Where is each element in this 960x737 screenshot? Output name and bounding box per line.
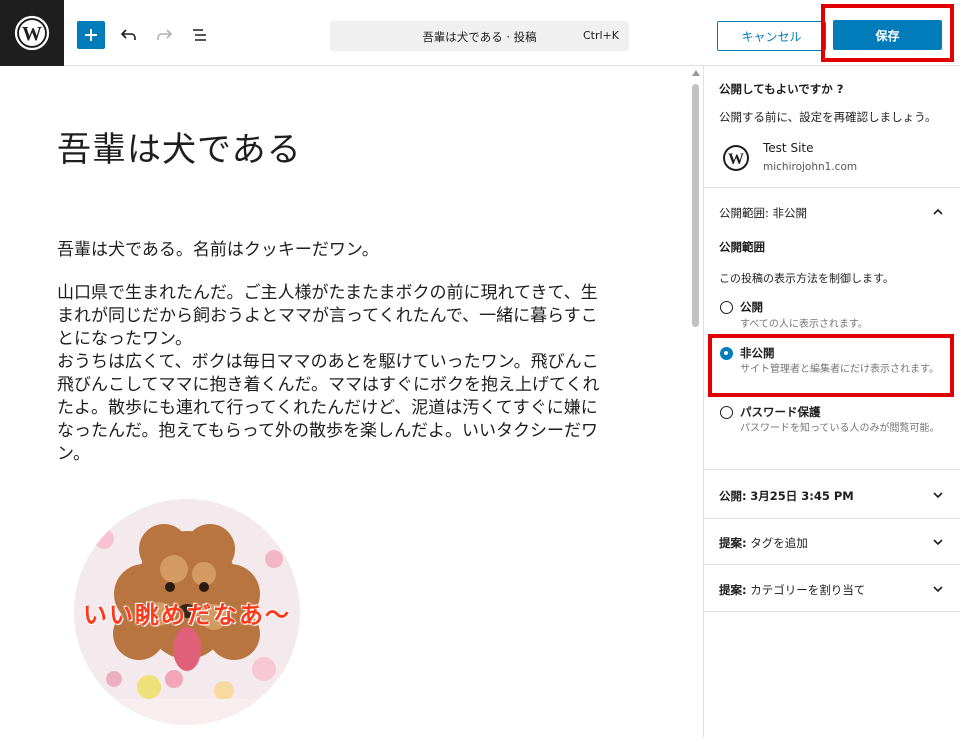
chevron-down-icon[interactable] [931,488,945,502]
document-overview-button[interactable] [187,22,213,48]
visibility-panel-value: 非公開 [772,206,808,220]
site-icon: W [722,144,750,172]
radio-private-help: サイト管理者と編集者にだけ表示されます。 [740,364,939,375]
scrollbar-thumb[interactable] [692,84,699,327]
paragraph-line: ン。 [57,444,90,464]
paragraph-block[interactable]: 吾輩は犬である。名前はクッキーだワン。 [57,239,627,262]
svg-text:W: W [22,23,42,45]
radio-password[interactable] [720,406,733,419]
add-block-button[interactable] [77,21,105,49]
cancel-button[interactable]: キャンセル [717,21,826,51]
redo-icon [157,29,173,40]
tags-panel-label: 提案: [719,536,747,550]
redo-button[interactable] [151,22,177,48]
paragraph-block[interactable]: 山口県で生まれたんだ。ご主人様がたまたまボクの前に現れてきて、生 まれが同じだか… [57,282,627,466]
scroll-up-arrow[interactable] [692,70,700,76]
paragraph-line: まれが同じだから飼おうよとママが言ってくれたんで、一緒に暮らすこ [57,306,598,326]
category-panel-toggle[interactable]: 提案: カテゴリーを割り当て [719,582,865,598]
visibility-panel-toggle[interactable]: 公開範囲: 非公開 [719,205,807,221]
publish-date-label: 公開: [719,489,747,503]
paragraph-line: とになったワン。 [57,329,192,349]
undo-button[interactable] [116,22,142,48]
paragraph-line: たよ。散歩にも連れて行ってくれたんだけど、泥道は汚くてすぐに嫌に [57,398,598,418]
prepublish-heading: 公開してもよいですか ? [719,82,844,96]
radio-private[interactable] [720,347,733,360]
category-panel-value: カテゴリーを割り当て [750,583,866,597]
undo-icon [120,29,136,40]
command-center[interactable]: 吾輩は犬である · 投稿 Ctrl+K [330,21,629,51]
radio-public[interactable] [720,301,733,314]
visibility-title: 公開範囲 [719,240,765,254]
publish-date-panel-toggle[interactable]: 公開: 3月25日 3:45 PM [719,488,854,504]
paragraph-line: 飛びんこしてママに抱き着くんだ。ママはすぐにボクを抱え上げてくれ [57,375,600,395]
editor-canvas: 吾輩は犬である 吾輩は犬である。名前はクッキーだワン。 山口県で生まれたんだ。ご… [0,66,703,737]
radio-password-help: パスワードを知っている人のみが閲覧可能。 [740,423,940,434]
divider [704,518,960,519]
prepublish-description: 公開する前に、設定を再確認しましょう。 [719,110,937,124]
radio-public-help: すべての人に表示されます。 [740,319,868,330]
chevron-up-icon[interactable] [931,205,945,219]
chevron-down-icon[interactable] [931,535,945,549]
divider [704,469,960,470]
visibility-help: この投稿の表示方法を制御します。 [719,272,894,285]
image-caption-overlay: いい眺めだなあ〜 [83,601,291,629]
visibility-panel-label: 公開範囲: [719,206,769,220]
paragraph-line: おうちは広くて、ボクは毎日ママのあとを駆けていったワン。飛びんこ [57,352,599,372]
editor-header: W 吾輩は犬である · 投稿 Ctrl+K キャンセル 保存 [0,0,960,66]
paragraph-line: なったんだ。抱えてもらって外の散歩を楽しんだよ。いいタクシーだワ [57,421,598,441]
list-view-icon [193,29,206,41]
divider [704,187,960,188]
plus-icon [85,29,97,41]
wordpress-logo-icon[interactable]: W [0,0,64,66]
publish-date-value: 3月25日 3:45 PM [750,489,854,503]
command-shortcut: Ctrl+K [582,29,619,42]
save-button[interactable]: 保存 [833,20,942,50]
divider [704,564,960,565]
tags-panel-toggle[interactable]: 提案: タグを追加 [719,535,808,551]
image-block[interactable]: いい眺めだなあ〜 [74,499,300,725]
post-title[interactable]: 吾輩は犬である [57,122,302,171]
pre-publish-panel: 公開してもよいですか ? 公開する前に、設定を再確認しましょう。 W Test … [703,66,960,737]
radio-password-label[interactable]: パスワード保護 [740,404,821,420]
svg-text:W: W [728,151,744,168]
tags-panel-value: タグを追加 [750,536,808,550]
radio-public-label[interactable]: 公開 [740,299,763,315]
site-name: Test Site [763,141,814,155]
radio-private-label[interactable]: 非公開 [740,345,775,361]
category-panel-label: 提案: [719,583,747,597]
paragraph-line: 山口県で生まれたんだ。ご主人様がたまたまボクの前に現れてきて、生 [57,283,598,303]
divider [704,611,960,612]
chevron-down-icon[interactable] [931,582,945,596]
site-url: michirojohn1.com [763,161,858,173]
